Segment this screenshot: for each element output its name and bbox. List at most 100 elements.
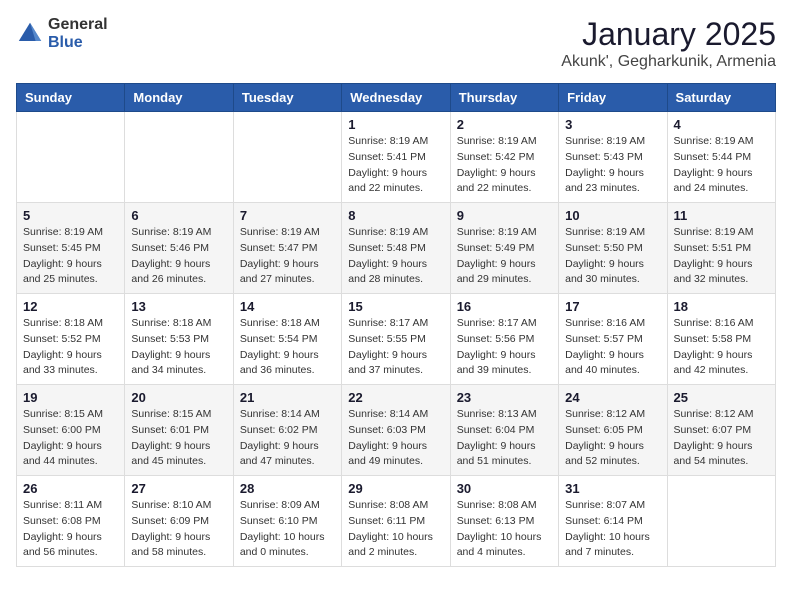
day-info: Sunrise: 8:17 AM Sunset: 5:55 PM Dayligh… xyxy=(348,316,443,379)
logo-text: General Blue xyxy=(48,16,108,51)
day-info: Sunrise: 8:18 AM Sunset: 5:52 PM Dayligh… xyxy=(23,316,118,379)
calendar-cell: 28 Sunrise: 8:09 AM Sunset: 6:10 PM Dayli… xyxy=(233,476,341,567)
calendar-cell xyxy=(125,112,233,203)
calendar-cell: 6 Sunrise: 8:19 AM Sunset: 5:46 PM Daylig… xyxy=(125,203,233,294)
day-number: 23 xyxy=(457,390,552,405)
day-info: Sunrise: 8:08 AM Sunset: 6:11 PM Dayligh… xyxy=(348,498,443,561)
calendar-cell: 30 Sunrise: 8:08 AM Sunset: 6:13 PM Dayli… xyxy=(450,476,558,567)
day-number: 17 xyxy=(565,299,660,314)
day-info: Sunrise: 8:18 AM Sunset: 5:54 PM Dayligh… xyxy=(240,316,335,379)
day-info: Sunrise: 8:16 AM Sunset: 5:58 PM Dayligh… xyxy=(674,316,769,379)
day-number: 13 xyxy=(131,299,226,314)
day-info: Sunrise: 8:15 AM Sunset: 6:01 PM Dayligh… xyxy=(131,407,226,470)
calendar-cell: 10 Sunrise: 8:19 AM Sunset: 5:50 PM Dayli… xyxy=(559,203,667,294)
day-info: Sunrise: 8:19 AM Sunset: 5:43 PM Dayligh… xyxy=(565,134,660,197)
day-number: 11 xyxy=(674,208,769,223)
calendar-cell: 11Sunrise: 8:19 AM Sunset: 5:51 PM Dayli… xyxy=(667,203,775,294)
calendar-cell: 29 Sunrise: 8:08 AM Sunset: 6:11 PM Dayli… xyxy=(342,476,450,567)
logo-icon xyxy=(16,20,44,48)
calendar-week-4: 19Sunrise: 8:15 AM Sunset: 6:00 PM Dayli… xyxy=(17,385,776,476)
calendar-cell: 3Sunrise: 8:19 AM Sunset: 5:43 PM Daylig… xyxy=(559,112,667,203)
weekday-header-monday: Monday xyxy=(125,84,233,112)
calendar-cell: 7Sunrise: 8:19 AM Sunset: 5:47 PM Daylig… xyxy=(233,203,341,294)
day-number: 25 xyxy=(674,390,769,405)
logo: General Blue xyxy=(16,16,108,51)
calendar-cell: 25 Sunrise: 8:12 AM Sunset: 6:07 PM Dayli… xyxy=(667,385,775,476)
day-number: 8 xyxy=(348,208,443,223)
day-info: Sunrise: 8:14 AM Sunset: 6:02 PM Dayligh… xyxy=(240,407,335,470)
day-info: Sunrise: 8:12 AM Sunset: 6:07 PM Dayligh… xyxy=(674,407,769,470)
day-number: 1 xyxy=(348,117,443,132)
weekday-header-wednesday: Wednesday xyxy=(342,84,450,112)
day-info: Sunrise: 8:15 AM Sunset: 6:00 PM Dayligh… xyxy=(23,407,118,470)
day-info: Sunrise: 8:14 AM Sunset: 6:03 PM Dayligh… xyxy=(348,407,443,470)
weekday-header-saturday: Saturday xyxy=(667,84,775,112)
day-info: Sunrise: 8:12 AM Sunset: 6:05 PM Dayligh… xyxy=(565,407,660,470)
location-title: Akunk', Gegharkunik, Armenia xyxy=(561,53,776,71)
day-number: 30 xyxy=(457,481,552,496)
calendar-cell: 20 Sunrise: 8:15 AM Sunset: 6:01 PM Dayli… xyxy=(125,385,233,476)
weekday-header-sunday: Sunday xyxy=(17,84,125,112)
calendar-cell: 5 Sunrise: 8:19 AM Sunset: 5:45 PM Daylig… xyxy=(17,203,125,294)
logo-general-text: General xyxy=(48,16,108,34)
calendar-cell: 12Sunrise: 8:18 AM Sunset: 5:52 PM Dayli… xyxy=(17,294,125,385)
calendar-cell: 31Sunrise: 8:07 AM Sunset: 6:14 PM Dayli… xyxy=(559,476,667,567)
day-number: 10 xyxy=(565,208,660,223)
calendar-cell: 8Sunrise: 8:19 AM Sunset: 5:48 PM Daylig… xyxy=(342,203,450,294)
calendar-cell: 2 Sunrise: 8:19 AM Sunset: 5:42 PM Daylig… xyxy=(450,112,558,203)
calendar-cell xyxy=(233,112,341,203)
day-info: Sunrise: 8:09 AM Sunset: 6:10 PM Dayligh… xyxy=(240,498,335,561)
calendar-header-row: SundayMondayTuesdayWednesdayThursdayFrid… xyxy=(17,84,776,112)
calendar-cell: 18 Sunrise: 8:16 AM Sunset: 5:58 PM Dayli… xyxy=(667,294,775,385)
calendar-cell: 16 Sunrise: 8:17 AM Sunset: 5:56 PM Dayli… xyxy=(450,294,558,385)
day-info: Sunrise: 8:08 AM Sunset: 6:13 PM Dayligh… xyxy=(457,498,552,561)
day-number: 22 xyxy=(348,390,443,405)
day-info: Sunrise: 8:19 AM Sunset: 5:45 PM Dayligh… xyxy=(23,225,118,288)
calendar-cell xyxy=(667,476,775,567)
day-number: 21 xyxy=(240,390,335,405)
day-number: 31 xyxy=(565,481,660,496)
day-info: Sunrise: 8:19 AM Sunset: 5:41 PM Dayligh… xyxy=(348,134,443,197)
day-number: 24 xyxy=(565,390,660,405)
calendar-cell: 14 Sunrise: 8:18 AM Sunset: 5:54 PM Dayli… xyxy=(233,294,341,385)
weekday-header-thursday: Thursday xyxy=(450,84,558,112)
calendar-week-1: 1 Sunrise: 8:19 AM Sunset: 5:41 PM Daylig… xyxy=(17,112,776,203)
day-number: 16 xyxy=(457,299,552,314)
calendar-cell: 17 Sunrise: 8:16 AM Sunset: 5:57 PM Dayli… xyxy=(559,294,667,385)
day-number: 2 xyxy=(457,117,552,132)
day-number: 5 xyxy=(23,208,118,223)
day-number: 28 xyxy=(240,481,335,496)
calendar-cell: 22 Sunrise: 8:14 AM Sunset: 6:03 PM Dayli… xyxy=(342,385,450,476)
day-info: Sunrise: 8:17 AM Sunset: 5:56 PM Dayligh… xyxy=(457,316,552,379)
day-info: Sunrise: 8:10 AM Sunset: 6:09 PM Dayligh… xyxy=(131,498,226,561)
calendar-cell: 13Sunrise: 8:18 AM Sunset: 5:53 PM Dayli… xyxy=(125,294,233,385)
day-info: Sunrise: 8:19 AM Sunset: 5:46 PM Dayligh… xyxy=(131,225,226,288)
calendar-cell: 27 Sunrise: 8:10 AM Sunset: 6:09 PM Dayli… xyxy=(125,476,233,567)
calendar-cell: 15 Sunrise: 8:17 AM Sunset: 5:55 PM Dayli… xyxy=(342,294,450,385)
day-number: 6 xyxy=(131,208,226,223)
day-number: 18 xyxy=(674,299,769,314)
day-number: 14 xyxy=(240,299,335,314)
calendar-week-5: 26Sunrise: 8:11 AM Sunset: 6:08 PM Dayli… xyxy=(17,476,776,567)
day-info: Sunrise: 8:19 AM Sunset: 5:42 PM Dayligh… xyxy=(457,134,552,197)
day-number: 29 xyxy=(348,481,443,496)
weekday-header-friday: Friday xyxy=(559,84,667,112)
calendar-week-3: 12Sunrise: 8:18 AM Sunset: 5:52 PM Dayli… xyxy=(17,294,776,385)
day-number: 15 xyxy=(348,299,443,314)
logo-blue-text: Blue xyxy=(48,34,108,52)
day-number: 26 xyxy=(23,481,118,496)
calendar-cell xyxy=(17,112,125,203)
calendar-cell: 23 Sunrise: 8:13 AM Sunset: 6:04 PM Dayli… xyxy=(450,385,558,476)
day-number: 20 xyxy=(131,390,226,405)
title-block: January 2025 Akunk', Gegharkunik, Armeni… xyxy=(561,16,776,71)
day-info: Sunrise: 8:19 AM Sunset: 5:47 PM Dayligh… xyxy=(240,225,335,288)
day-info: Sunrise: 8:16 AM Sunset: 5:57 PM Dayligh… xyxy=(565,316,660,379)
day-info: Sunrise: 8:19 AM Sunset: 5:44 PM Dayligh… xyxy=(674,134,769,197)
calendar-cell: 9Sunrise: 8:19 AM Sunset: 5:49 PM Daylig… xyxy=(450,203,558,294)
month-title: January 2025 xyxy=(561,16,776,53)
day-info: Sunrise: 8:19 AM Sunset: 5:50 PM Dayligh… xyxy=(565,225,660,288)
day-info: Sunrise: 8:13 AM Sunset: 6:04 PM Dayligh… xyxy=(457,407,552,470)
weekday-header-tuesday: Tuesday xyxy=(233,84,341,112)
page-header: General Blue January 2025 Akunk', Geghar… xyxy=(16,16,776,71)
day-number: 27 xyxy=(131,481,226,496)
